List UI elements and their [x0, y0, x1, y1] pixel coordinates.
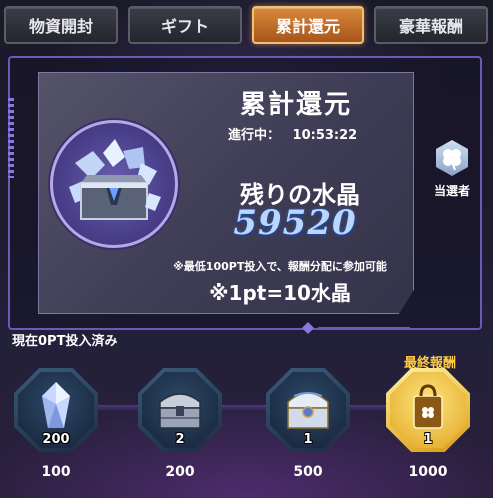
reward-threshold: 1000 — [408, 464, 448, 480]
crystal-chest-image — [50, 120, 178, 248]
reward-count: 200 — [42, 432, 70, 447]
reward-threshold: 500 — [293, 464, 323, 480]
silver-chest-icon — [159, 393, 201, 429]
points-status: 現在0PT投入済み — [12, 334, 118, 349]
reward-count: 1 — [303, 432, 313, 447]
countdown-timer: 10:53:22 — [292, 128, 358, 143]
reward-count: 2 — [175, 432, 185, 447]
winner-button[interactable]: 当選者 — [430, 140, 474, 198]
winner-label: 当選者 — [433, 184, 470, 198]
ornate-chest-icon — [287, 392, 329, 429]
reward-threshold: 100 — [41, 464, 71, 480]
frame-decoration — [302, 322, 410, 334]
tab-supply-open[interactable]: 物資開封 — [4, 6, 118, 44]
tab-bar: 物資開封 ギフト 累計還元 豪華報酬 — [4, 4, 490, 48]
crystal-chest-icon — [69, 139, 161, 220]
accumulation-reward-screen: 物資開封 ギフト 累計還元 豪華報酬 累計還元 進行中： 10:53:22 残り… — [0, 0, 493, 498]
panel-title: 累計還元 — [239, 90, 352, 120]
reward-threshold: 200 — [165, 464, 195, 480]
reward-count: 1 — [423, 432, 433, 447]
tab-accumulated-return[interactable]: 累計還元 — [252, 6, 364, 44]
clover-icon — [436, 140, 468, 176]
crystal-icon — [42, 382, 70, 428]
reward-slot[interactable]: 2 — [134, 368, 226, 456]
remaining-crystal-value: 59520 — [233, 203, 357, 243]
tab-luxury-reward[interactable]: 豪華報酬 — [374, 6, 488, 44]
progress-label: 進行中： — [228, 128, 281, 143]
tab-gift[interactable]: ギフト — [128, 6, 242, 44]
final-reward-slot[interactable]: 1 — [382, 368, 474, 456]
conversion-rate: ※1pt=10水晶 — [209, 281, 351, 305]
reward-slot[interactable]: 200 — [10, 368, 102, 456]
participation-note: ※最低100PT投入で、報酬分配に参加可能 — [173, 260, 387, 273]
progress-row: 進行中： 10:53:22 — [228, 124, 365, 143]
reward-slot[interactable]: 1 — [262, 368, 354, 456]
gift-bag-icon — [413, 384, 443, 429]
